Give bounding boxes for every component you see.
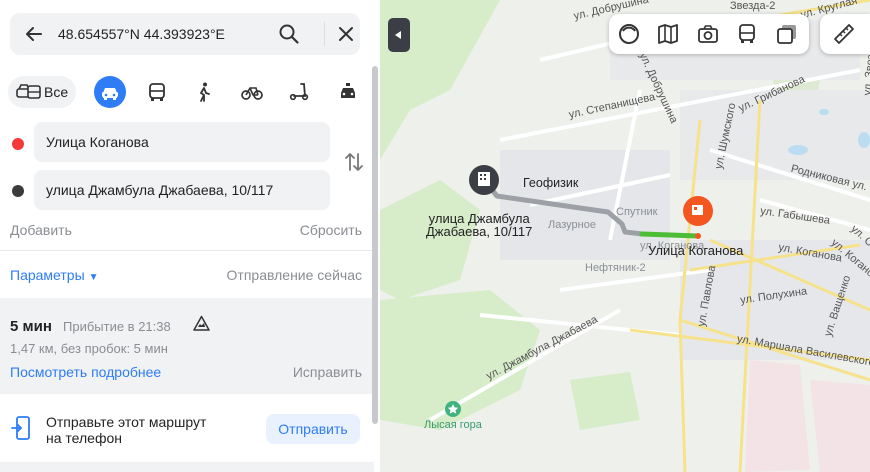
street-label: Звезда-2 [730, 0, 776, 12]
search-divider [324, 22, 325, 46]
place-label: Спутник [616, 206, 658, 218]
send-button[interactable]: Отправить [266, 414, 360, 444]
camera-icon[interactable] [696, 22, 720, 46]
collapse-panel-button[interactable] [388, 18, 410, 52]
route-duration: 5 мин [10, 318, 52, 335]
ruler-button[interactable] [820, 14, 870, 54]
mode-car-button[interactable] [94, 76, 126, 108]
end-label: Улица Коганова [648, 243, 744, 258]
search-icon[interactable] [278, 23, 300, 45]
bicycle-icon [241, 87, 263, 100]
place-label: Нефтяник-2 [585, 262, 646, 274]
ruler-icon [834, 24, 854, 44]
mode-walk-button[interactable] [188, 76, 220, 108]
route-fix-link[interactable]: Исправить [293, 364, 362, 380]
add-point-link[interactable]: Добавить [10, 222, 72, 238]
bus-icon [149, 83, 165, 101]
place-label: Лазурное [548, 219, 596, 231]
swap-points-icon[interactable] [343, 150, 365, 174]
mode-scooter-button[interactable] [283, 76, 315, 108]
map-layers-toolbar [609, 14, 809, 54]
map[interactable]: ул. Добрушина ул. Добрушина ул. Степанищ… [380, 0, 870, 472]
layers-icon[interactable] [775, 22, 799, 46]
transit-icon[interactable] [735, 22, 759, 46]
pedestrian-icon [199, 82, 210, 102]
divider [0, 250, 374, 251]
map-book-icon[interactable] [656, 22, 680, 46]
transport-modes: Все [8, 76, 368, 110]
mode-all-button[interactable]: Все [8, 76, 76, 108]
mode-all-label: Все [44, 84, 69, 100]
send-text-line2: на телефон [46, 430, 122, 446]
search-bar: 48.654557°N 44.393923°E [10, 13, 360, 55]
route-arrival: Прибытие в 21:38 [63, 319, 171, 334]
all-transport-icon [16, 84, 41, 99]
phone-icon [11, 416, 30, 440]
params-label: Параметры [10, 267, 85, 283]
mode-bike-button[interactable] [236, 76, 268, 108]
search-input[interactable]: 48.654557°N 44.393923°E [58, 26, 225, 42]
route-details-link[interactable]: Посмотреть подробнее [10, 364, 161, 380]
route-card[interactable]: 5 мин Прибытие в 21:38 1,47 км, без проб… [0, 298, 374, 394]
mode-bus-button[interactable] [141, 76, 173, 108]
send-text-line1: Отправьте этот маршрут [46, 414, 207, 430]
route-panel: 48.654557°N 44.393923°E Все Улица Когано… [0, 0, 380, 472]
end-point-dot [12, 185, 24, 197]
scrollbar[interactable] [372, 66, 378, 424]
departure-time[interactable]: Отправление сейчас [227, 267, 362, 283]
chevron-down-icon: ▼ [88, 272, 99, 283]
reset-route-link[interactable]: Сбросить [300, 222, 362, 238]
taxi-icon [341, 83, 355, 98]
mode-taxi-button[interactable] [332, 76, 364, 108]
place-label: Лысая гора [424, 419, 482, 431]
place-label: Геофизик [523, 176, 579, 190]
back-arrow-icon[interactable] [24, 24, 44, 44]
route-to-field[interactable]: улица Джамбула Джабаева, 10/117 [34, 170, 330, 210]
road-warning-icon [193, 315, 210, 331]
route-from-field[interactable]: Улица Коганова [34, 122, 330, 162]
car-icon [102, 88, 118, 100]
start-point-dot [12, 138, 24, 150]
bottom-strip [0, 462, 374, 472]
route-from-value: Улица Коганова [46, 134, 149, 150]
params-dropdown[interactable]: Параметры ▼ [10, 267, 99, 283]
send-to-phone: Отправьте этот маршрут на телефон Отправ… [0, 402, 374, 458]
close-icon[interactable] [336, 24, 356, 44]
route-distance: 1,47 км, без пробок: 5 мин [10, 341, 168, 356]
scooter-icon [289, 83, 309, 101]
panorama-icon[interactable] [617, 22, 641, 46]
route-to-value: улица Джамбула Джабаева, 10/117 [46, 182, 274, 198]
start-label: улица Джамбула Джабаева, 10/117 [426, 211, 533, 239]
